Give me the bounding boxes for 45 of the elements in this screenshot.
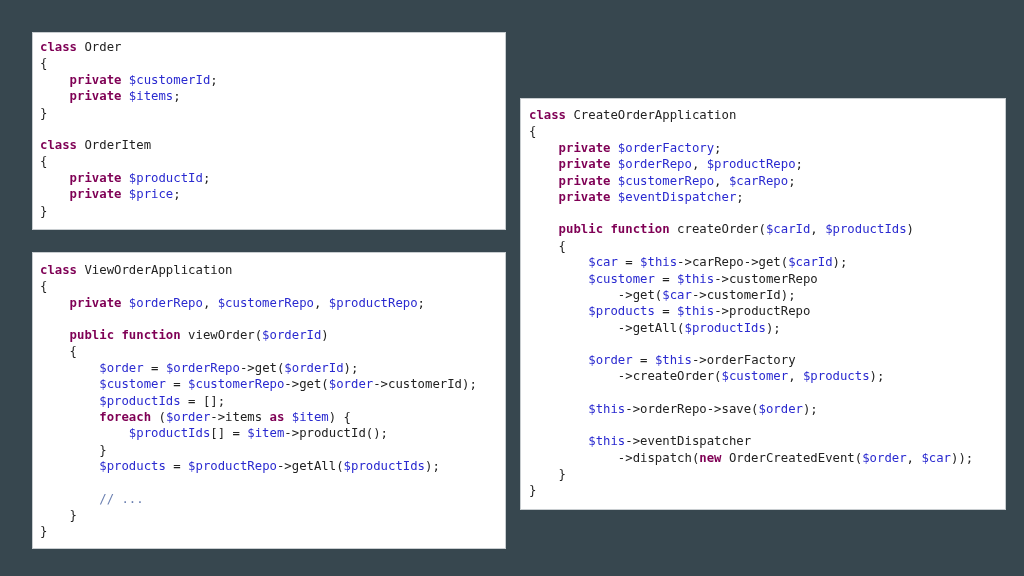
code-line: private $eventDispatcher; [558,188,744,206]
code-line: private $items; [69,88,181,105]
code-line: { [558,237,566,255]
code-line: $productIds = []; [99,392,226,410]
code-line: } [40,104,48,121]
code-line: class CreateOrderApplication [529,107,737,124]
code-line: { [69,343,77,360]
code-line: public function createOrder($carId, $productIds) [558,221,914,238]
code-line: } [529,482,537,499]
code-line: $car = $this->carRepo->get($carId); [588,254,848,271]
code-line: } [40,202,48,219]
code-line: } [558,466,566,483]
code-line: $order = $orderRepo->get($orderId); [99,359,359,377]
code-line: $this->eventDispatcher [588,433,752,450]
code-line: } [40,523,48,540]
code-line: { [40,278,48,295]
code-line: private $orderRepo, $productRepo; [558,156,803,173]
code-line: { [529,123,537,140]
code-line: private $productId; [69,169,211,187]
code-line: ->createOrder($customer, $products); [617,368,885,385]
code-line: private $customerId; [69,71,218,89]
code-line: ->get($car->customerId); [617,286,796,304]
code-line: $productIds[] = $item->productId(); [128,425,388,442]
code-line: } [69,507,77,524]
code-line: class Order [40,39,122,56]
code-line: $products = $productRepo->getAll($productIds); [99,458,440,475]
code-line: private $orderFactory; [558,139,722,157]
code-line: $order = $this->orderFactory [588,352,796,369]
code-line: { [40,153,48,170]
code-line: private $price; [69,186,181,203]
code-line: foreach ($order->items as $item) { [99,409,351,426]
code-line: class ViewOrderApplication [40,261,233,279]
code-line: } [99,441,107,459]
code-line: { [40,55,48,72]
code-line: class OrderItem [40,136,152,154]
code-line: private $customerRepo, $carRepo; [558,172,796,189]
code-line: ->dispatch(new OrderCreatedEvent($order, $car)); [617,449,974,467]
code-line: public function viewOrder($orderId) [69,327,329,344]
code-line: private $orderRepo, $customerRepo, $productRepo; [69,294,425,312]
code-line: // ... [99,490,144,507]
code-line: ->getAll($productIds); [617,319,781,337]
code-line: $customer = $customerRepo->get($order->customerId); [99,376,477,393]
code-line: $products = $this->productRepo [588,303,811,320]
code-line: $customer = $this->customerRepo [588,270,818,287]
code-line: $this->orderRepo->save($order); [588,400,818,418]
